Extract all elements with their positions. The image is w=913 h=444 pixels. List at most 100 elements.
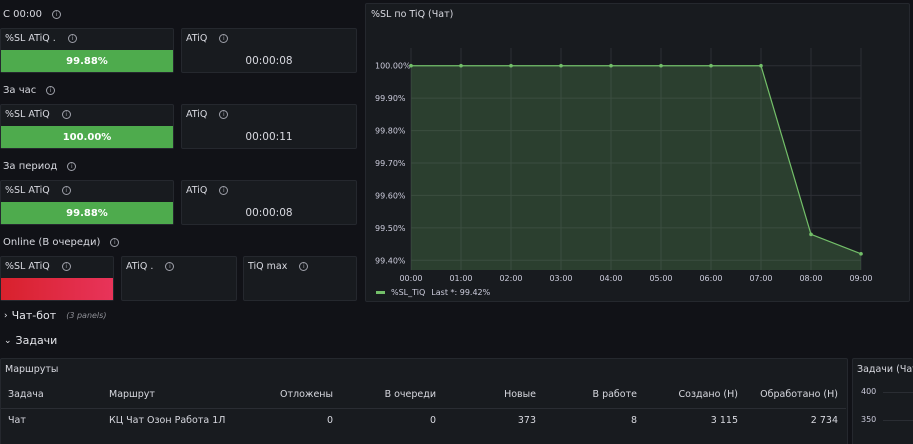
x-tick-label: 03:00: [549, 274, 572, 283]
section-per-hour: За час i: [3, 83, 56, 97]
stat-sl-atiq-online: %SL ATiQ i: [0, 256, 114, 301]
column-header[interactable]: В работе: [536, 382, 637, 408]
info-icon[interactable]: i: [61, 110, 71, 119]
stat-value: 00:00:11: [245, 131, 293, 143]
stat-value: 00:00:08: [245, 207, 293, 219]
stat-atiq-since-midnight: ATiQ i 00:00:08: [181, 28, 357, 73]
data-point[interactable]: [859, 251, 863, 256]
sl-tiq-chart: 100.00% 99.90% 99.80% 99.70% 99.60% 99.50% 99.…: [375, 48, 873, 283]
column-header[interactable]: Обработано (Н): [738, 382, 846, 408]
x-tick-label: 04:00: [599, 274, 622, 283]
table-header-row: Задача Маршрут Отложены В очереди Новые …: [1, 382, 846, 408]
table-cell: КЦ Чат Озон Работа 1Л: [101, 407, 231, 432]
stat-atiq-per-period: ATiQ i 00:00:08: [181, 180, 357, 225]
x-tick-label: 06:00: [699, 274, 722, 283]
row-chatbot[interactable]: › Чат-бот (3 panels): [4, 309, 106, 322]
y-tick-label: 99.60%: [375, 191, 406, 200]
routes-table: Задача Маршрут Отложены В очереди Новые …: [1, 382, 846, 432]
y-tick-label: 99.90%: [375, 94, 406, 103]
data-point[interactable]: [509, 63, 513, 68]
section-per-period: За период i: [3, 159, 77, 173]
table-cell: Чат: [1, 407, 101, 432]
series-area: [411, 65, 861, 271]
column-header[interactable]: Задача: [1, 382, 101, 408]
y-tick-label: 99.40%: [375, 256, 406, 265]
row-label: Задачи: [15, 334, 58, 347]
table-row[interactable]: Чат КЦ Чат Озон Работа 1Л 0 0 373 8 3 11…: [1, 407, 846, 432]
stat-sl-atiq-since-midnight: %SL ATiQ . i 99.88%: [0, 28, 174, 73]
legend-swatch: [376, 291, 385, 294]
y-tick-label: 400: [861, 387, 877, 396]
column-header[interactable]: Отложены: [231, 382, 333, 408]
legend-last-value: Last *: 99.42%: [431, 288, 491, 297]
info-icon[interactable]: i: [61, 262, 71, 271]
data-point[interactable]: [659, 63, 663, 68]
chart-legend[interactable]: %SL_TiQ Last *: 99.42%: [376, 288, 490, 297]
stat-fill-bar: [1, 278, 113, 300]
panel-title: TiQ max: [248, 261, 288, 272]
info-icon[interactable]: i: [219, 186, 229, 195]
routes-panel: Маршруты Задача Маршрут Отложены В очере…: [0, 358, 848, 444]
chart-panel-sl-tiq: %SL по TiQ (Чат) 100.00% 99.90% 99.80% 99.7…: [365, 3, 910, 302]
y-tick-label: 99.80%: [375, 127, 406, 136]
info-icon[interactable]: i: [67, 161, 77, 171]
grid-line: [883, 392, 913, 393]
info-icon[interactable]: i: [299, 262, 309, 271]
row-panel-count: (3 panels): [66, 311, 107, 320]
column-header[interactable]: Создано (Н): [637, 382, 739, 408]
y-tick-label: 99.70%: [375, 159, 406, 168]
stat-value: 99.88%: [66, 208, 108, 219]
table-cell: 8: [536, 407, 637, 432]
table-cell: 3 115: [637, 407, 738, 432]
data-point[interactable]: [409, 63, 413, 68]
stat-value: 100.00%: [62, 132, 112, 143]
panel-title: ATiQ .: [126, 261, 154, 272]
table-cell: 2 734: [738, 407, 846, 432]
x-tick-label: 08:00: [799, 274, 822, 283]
panel-title: ATiQ: [186, 109, 208, 120]
table-cell: 373: [436, 407, 536, 432]
info-icon[interactable]: i: [46, 85, 56, 95]
row-label: Чат-бот: [11, 309, 57, 322]
column-header[interactable]: Новые: [436, 382, 536, 408]
data-point[interactable]: [809, 232, 813, 237]
y-tick-label: 350: [861, 415, 877, 424]
info-icon[interactable]: i: [67, 34, 77, 43]
stat-tiq-max-online: TiQ max i: [243, 256, 357, 301]
chevron-right-icon: ›: [4, 310, 8, 321]
y-tick-label: 100.00%: [375, 62, 411, 71]
info-icon[interactable]: i: [219, 110, 229, 119]
grid-line: [883, 420, 913, 421]
section-label: Online (В очереди): [3, 236, 101, 248]
data-point[interactable]: [759, 63, 763, 68]
section-online: Online (В очереди) i: [3, 235, 120, 249]
column-header[interactable]: В очереди: [333, 382, 436, 408]
column-header[interactable]: Маршрут: [101, 382, 231, 408]
data-point[interactable]: [559, 63, 563, 68]
data-point[interactable]: [459, 63, 463, 68]
stat-value: 00:00:08: [245, 55, 293, 67]
y-tick-label: 99.50%: [375, 224, 406, 233]
stat-atiq-per-hour: ATiQ i 00:00:11: [181, 104, 357, 149]
data-point[interactable]: [709, 63, 713, 68]
stat-sl-atiq-per-period: %SL ATiQ i 99.88%: [0, 180, 174, 225]
x-tick-label: 07:00: [749, 274, 772, 283]
info-icon[interactable]: i: [110, 237, 120, 247]
x-tick-label: 02:00: [499, 274, 522, 283]
data-point[interactable]: [609, 63, 613, 68]
panel-title: %SL ATiQ .: [5, 33, 56, 44]
info-icon[interactable]: i: [219, 34, 229, 43]
x-tick-label: 05:00: [649, 274, 672, 283]
info-icon[interactable]: i: [51, 9, 61, 19]
panel-title: %SL ATiQ: [5, 261, 50, 272]
stat-value: 99.88%: [66, 56, 108, 67]
panel-title: ATiQ: [186, 33, 208, 44]
info-icon[interactable]: i: [165, 262, 175, 271]
section-label: За период: [3, 160, 58, 172]
x-tick-label: 09:00: [849, 274, 872, 283]
x-tick-label: 00:00: [399, 274, 422, 283]
table-cell: 0: [333, 407, 436, 432]
info-icon[interactable]: i: [61, 186, 71, 195]
row-tasks[interactable]: ⌄ Задачи: [4, 334, 57, 347]
legend-series-name: %SL_TiQ: [391, 288, 426, 297]
